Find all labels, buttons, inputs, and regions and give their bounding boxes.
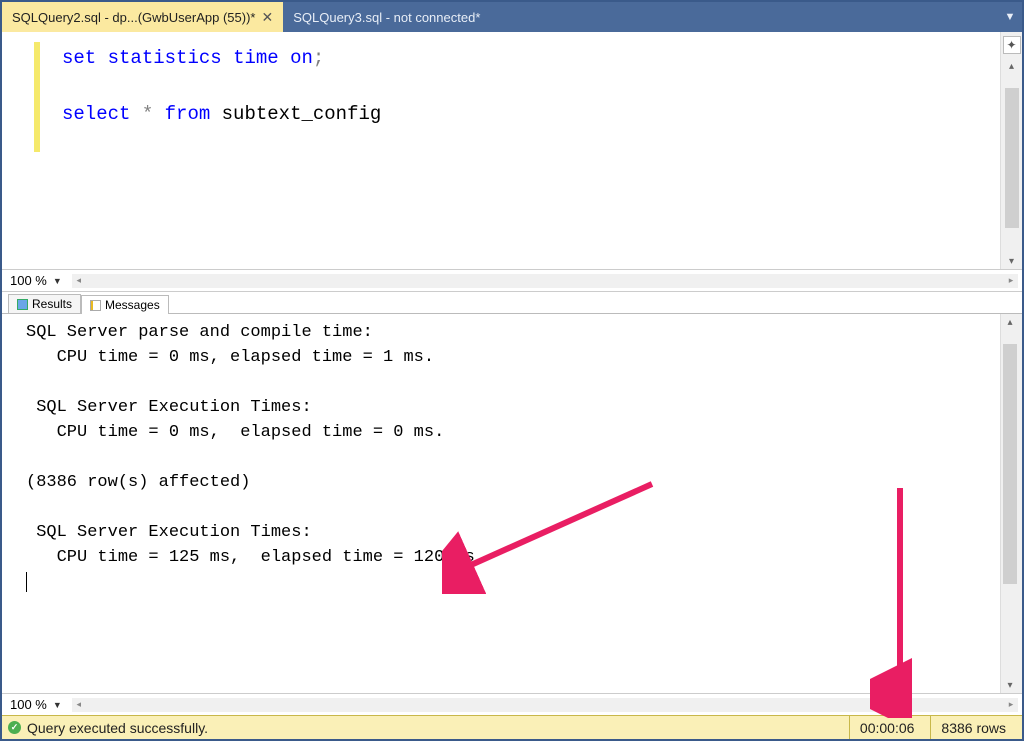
zoom-level: 100 %: [2, 697, 53, 712]
document-tab-active[interactable]: SQLQuery2.sql - dp...(GwbUserApp (55))* …: [2, 2, 283, 32]
keyword: on: [290, 47, 313, 69]
close-icon[interactable]: ✕: [261, 10, 273, 24]
scroll-right-icon[interactable]: ▸: [1004, 698, 1018, 712]
identifier: subtext_config: [222, 103, 382, 125]
document-tab[interactable]: SQLQuery3.sql - not connected*: [283, 2, 490, 32]
sql-editor-pane: set statistics time on; select * from su…: [2, 32, 1022, 270]
scroll-left-icon[interactable]: ◂: [72, 274, 86, 288]
keyword: from: [165, 103, 211, 125]
editor-gutter: [2, 32, 40, 269]
page-icon: [90, 300, 101, 311]
results-tab-bar: Results Messages: [2, 292, 1022, 314]
messages-zoom-row: 100 % ▼ ◂ ▸: [2, 693, 1022, 715]
scrollbar-thumb[interactable]: [1003, 344, 1017, 584]
zoom-dropdown-icon[interactable]: ▼: [53, 700, 68, 710]
tab-results[interactable]: Results: [8, 294, 81, 313]
horizontal-scrollbar[interactable]: ◂ ▸: [72, 274, 1018, 288]
zoom-dropdown-icon[interactable]: ▼: [53, 276, 68, 286]
scroll-down-icon[interactable]: ▾: [1003, 253, 1021, 269]
tab-overflow-dropdown[interactable]: ▼: [998, 2, 1022, 32]
status-elapsed-time: 00:00:06: [849, 716, 925, 739]
document-tab-bar: SQLQuery2.sql - dp...(GwbUserApp (55))* …: [2, 2, 1022, 32]
keyword: select: [62, 103, 130, 125]
scroll-up-icon[interactable]: ▴: [1003, 58, 1021, 74]
messages-scrollbar-column: ▴ ▾: [1000, 314, 1022, 693]
split-pane-icon[interactable]: ✦: [1003, 36, 1021, 54]
messages-pane: SQL Server parse and compile time: CPU t…: [2, 314, 1022, 693]
document-tab-label: SQLQuery2.sql - dp...(GwbUserApp (55))*: [12, 10, 255, 25]
message-line: (8386 row(s) affected): [26, 473, 250, 492]
messages-output[interactable]: SQL Server parse and compile time: CPU t…: [2, 314, 1000, 693]
message-line: SQL Server Execution Times:: [26, 398, 312, 417]
horizontal-scrollbar[interactable]: ◂ ▸: [72, 698, 1018, 712]
tab-messages[interactable]: Messages: [81, 295, 169, 314]
keyword: statistics: [108, 47, 222, 69]
success-icon: ✓: [8, 721, 21, 734]
editor-scrollbar-column: ✦ ▴ ▾: [1000, 32, 1022, 269]
tab-label: Messages: [105, 298, 160, 312]
zoom-level: 100 %: [2, 273, 53, 288]
grid-icon: [17, 299, 28, 310]
scroll-left-icon[interactable]: ◂: [72, 698, 86, 712]
message-line: CPU time = 0 ms, elapsed time = 0 ms.: [26, 423, 444, 442]
scroll-right-icon[interactable]: ▸: [1004, 274, 1018, 288]
keyword: set: [62, 47, 96, 69]
message-line: SQL Server Execution Times:: [26, 523, 312, 542]
vertical-scrollbar[interactable]: [1003, 74, 1021, 253]
scroll-up-icon[interactable]: ▴: [1001, 314, 1019, 330]
editor-zoom-row: 100 % ▼ ◂ ▸: [2, 270, 1022, 292]
change-marker: [34, 42, 40, 152]
status-message: Query executed successfully.: [27, 720, 208, 736]
message-line: CPU time = 0 ms, elapsed time = 1 ms.: [26, 348, 434, 367]
message-line: CPU time = 125 ms, elapsed time = 120 ms…: [26, 548, 485, 567]
tab-label: Results: [32, 297, 72, 311]
operator: *: [142, 103, 153, 125]
status-row-count: 8386 rows: [930, 716, 1016, 739]
text-caret: [26, 572, 27, 592]
sql-editor[interactable]: set statistics time on; select * from su…: [40, 32, 1000, 269]
vertical-scrollbar[interactable]: [1001, 330, 1019, 677]
message-line: SQL Server parse and compile time:: [26, 323, 383, 342]
scrollbar-thumb[interactable]: [1005, 88, 1019, 228]
scroll-down-icon[interactable]: ▾: [1001, 677, 1019, 693]
status-bar: ✓ Query executed successfully. 00:00:06 …: [2, 715, 1022, 739]
keyword: time: [233, 47, 279, 69]
document-tab-label: SQLQuery3.sql - not connected*: [293, 10, 480, 25]
